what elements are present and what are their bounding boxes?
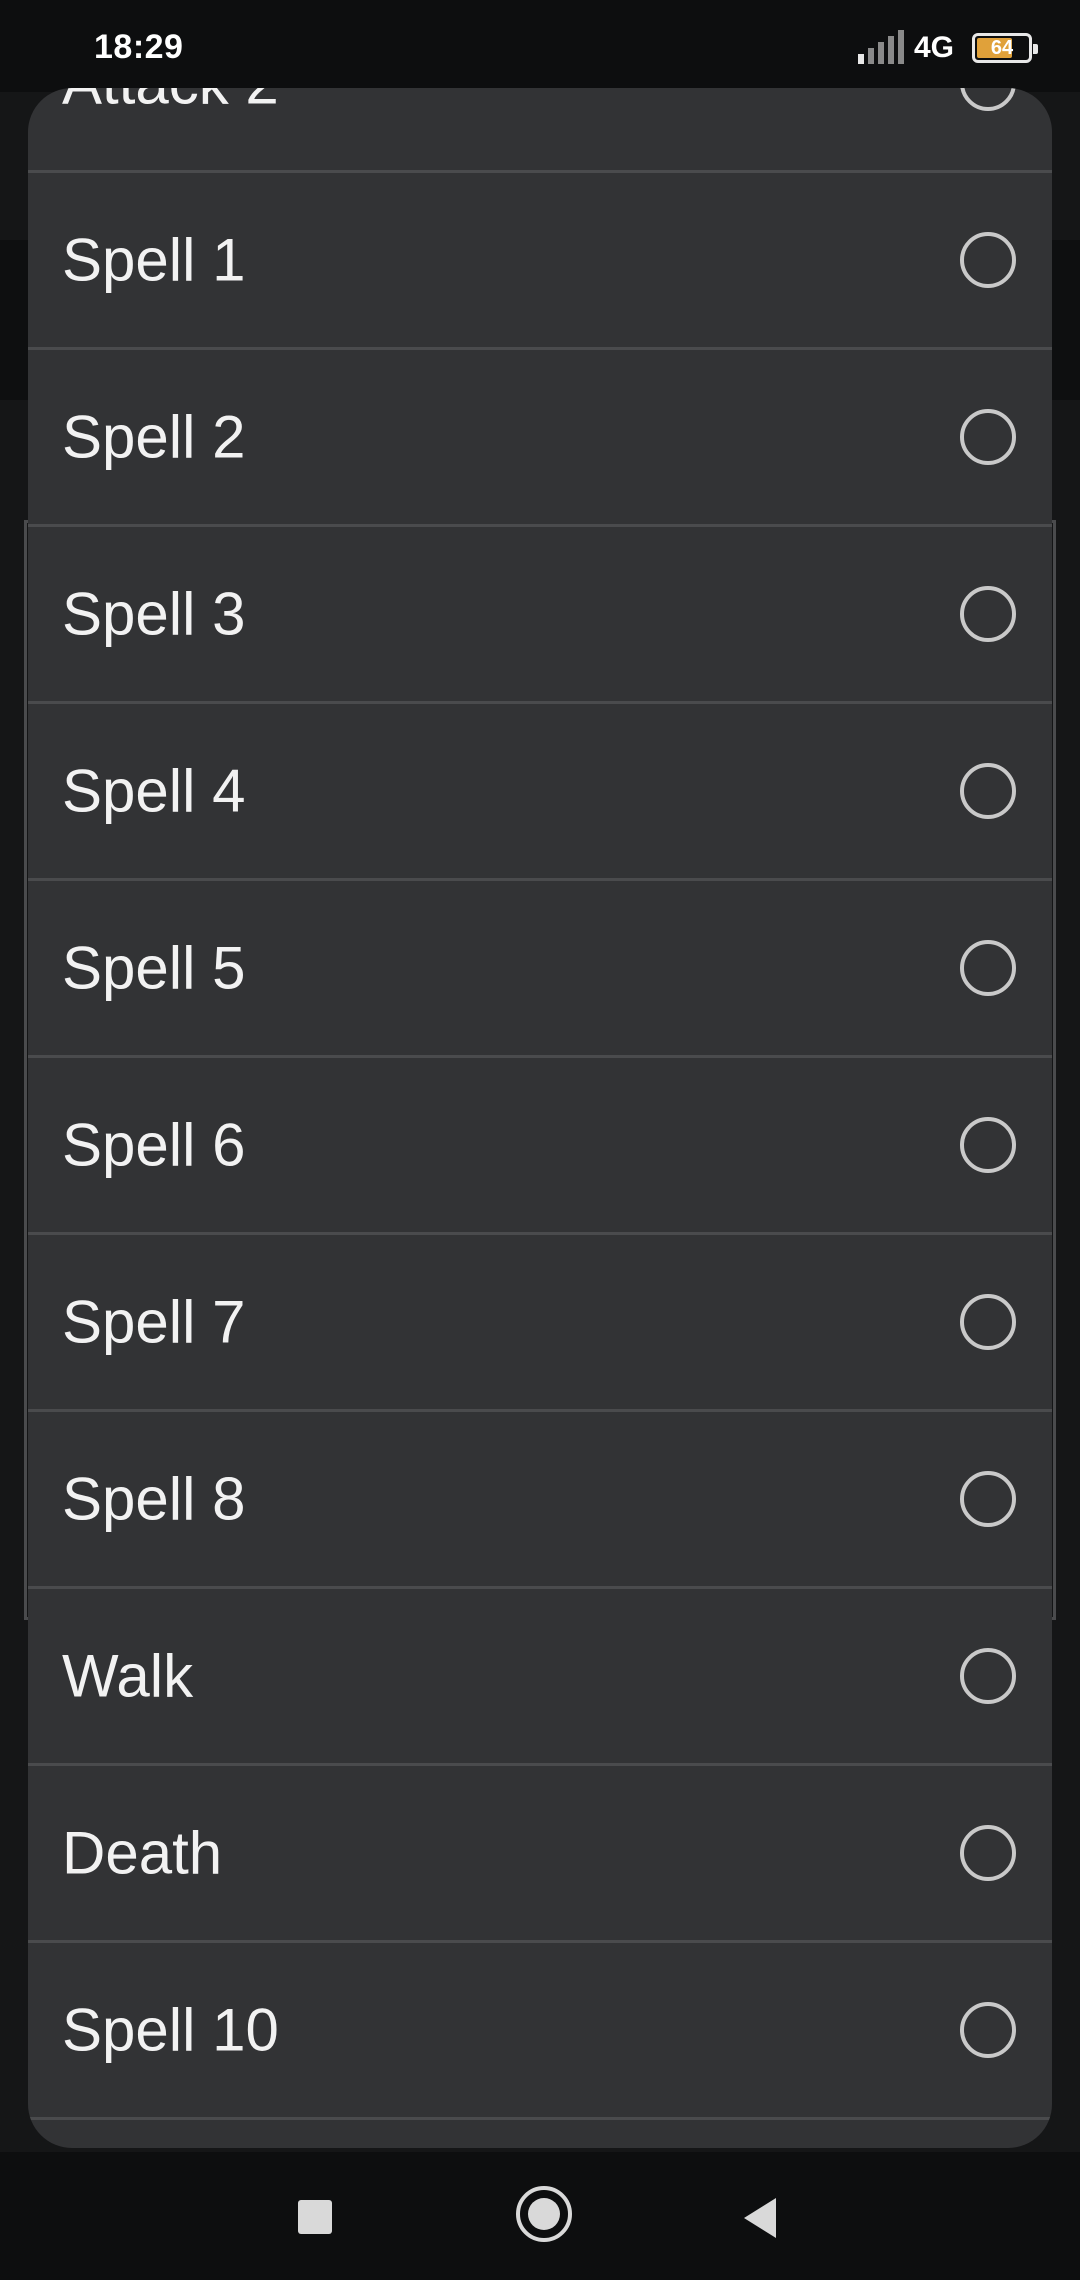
option-label: Spell 2 <box>62 403 246 471</box>
option-row[interactable]: Death <box>28 1766 1052 1943</box>
radio-unchecked-icon[interactable] <box>960 763 1016 819</box>
option-list[interactable]: Attack 2 Spell 1 Spell 2 Spell 3 Spell 4 Spel… <box>28 88 1052 2148</box>
screen: 18:29 4G 64 Attack 2 Spell 1 Spell 2 Spell … <box>0 0 1080 2280</box>
signal-icon <box>857 30 904 64</box>
radio-unchecked-icon[interactable] <box>960 1825 1016 1881</box>
radio-unchecked-icon[interactable] <box>960 409 1016 465</box>
option-row[interactable]: Spell 8 <box>28 1412 1052 1589</box>
option-row[interactable]: Spell 3 <box>28 527 1052 704</box>
choice-dialog: Attack 2 Spell 1 Spell 2 Spell 3 Spell 4 Spel… <box>28 88 1052 2148</box>
status-icons: 4G 64 <box>856 26 1038 70</box>
option-label: Spell 7 <box>62 1288 246 1356</box>
option-row[interactable]: Spell 2 <box>28 350 1052 527</box>
radio-unchecked-icon[interactable] <box>960 1294 1016 1350</box>
radio-unchecked-icon[interactable] <box>960 1471 1016 1527</box>
option-label: Spell 3 <box>62 580 246 648</box>
radio-unchecked-icon[interactable] <box>960 940 1016 996</box>
status-time: 18:29 <box>94 28 184 66</box>
navigation-bar <box>0 2152 1080 2280</box>
option-label: Attack 2 <box>62 88 279 118</box>
radio-unchecked-icon[interactable] <box>960 1117 1016 1173</box>
radio-unchecked-icon[interactable] <box>960 232 1016 288</box>
radio-unchecked-icon[interactable] <box>960 1648 1016 1704</box>
option-row[interactable] <box>28 2120 1052 2148</box>
radio-unchecked-icon[interactable] <box>960 2002 1016 2058</box>
battery-percent: 64 <box>990 36 1014 59</box>
battery-icon: 64 <box>972 33 1038 63</box>
network-type: 4G <box>913 31 954 64</box>
option-row[interactable]: Spell 4 <box>28 704 1052 881</box>
option-row[interactable]: Walk <box>28 1589 1052 1766</box>
recents-square-icon[interactable] <box>298 2200 332 2234</box>
option-label: Walk <box>62 1642 194 1710</box>
option-label: Spell 1 <box>62 226 246 294</box>
back-triangle-icon[interactable] <box>744 2198 776 2238</box>
option-row[interactable]: Spell 10 <box>28 1943 1052 2120</box>
option-label: Spell 5 <box>62 934 246 1002</box>
option-label: Spell 4 <box>62 757 246 825</box>
option-row[interactable]: Spell 6 <box>28 1058 1052 1235</box>
radio-unchecked-icon[interactable] <box>960 586 1016 642</box>
option-row[interactable]: Spell 5 <box>28 881 1052 1058</box>
option-row[interactable]: Spell 7 <box>28 1235 1052 1412</box>
battery-cap <box>1033 44 1038 54</box>
option-label: Spell 8 <box>62 1465 246 1533</box>
status-bar: 18:29 4G 64 <box>0 0 1080 92</box>
option-label: Spell 6 <box>62 1111 246 1179</box>
home-dot <box>528 2198 560 2230</box>
option-row[interactable]: Spell 1 <box>28 173 1052 350</box>
home-circle-icon[interactable] <box>516 2186 572 2242</box>
option-row[interactable]: Attack 2 <box>28 88 1052 173</box>
radio-unchecked-icon[interactable] <box>960 88 1016 111</box>
option-label: Spell 10 <box>62 1996 279 2064</box>
option-label: Death <box>62 1819 223 1887</box>
